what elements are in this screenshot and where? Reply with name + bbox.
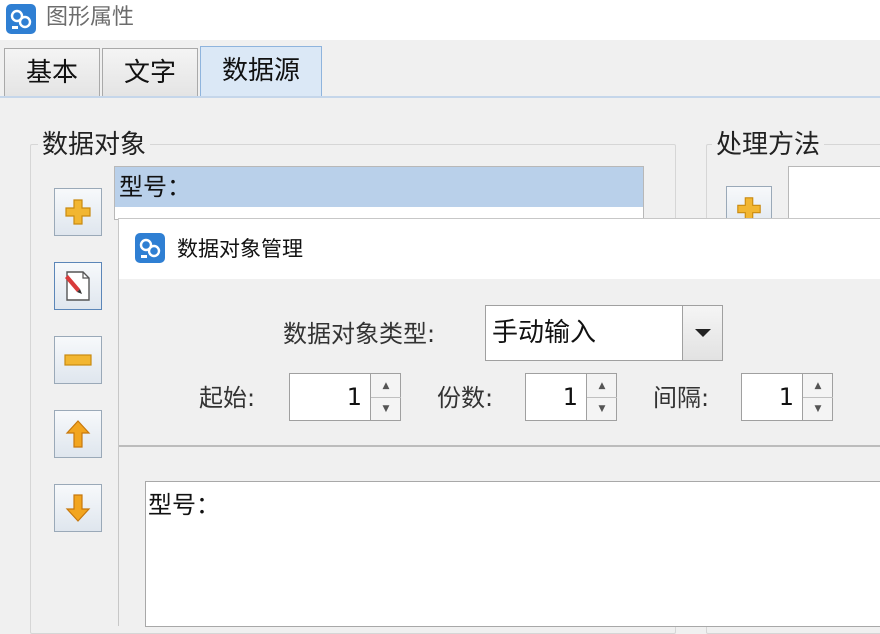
spinner-buttons: ▲ ▼ <box>370 374 401 420</box>
start-value: 1 <box>346 383 362 411</box>
data-content-textarea[interactable]: 型号： <box>145 481 880 627</box>
object-type-select[interactable]: 手动输入 <box>485 305 723 361</box>
decrement-button[interactable]: ▼ <box>803 397 833 420</box>
dialog-divider <box>119 445 880 447</box>
dialog-title: 数据对象管理 <box>177 237 303 261</box>
app-logo-icon <box>135 233 165 263</box>
increment-button[interactable]: ▲ <box>587 374 617 397</box>
data-object-list[interactable]: 型号： <box>114 166 644 220</box>
chevron-down-icon <box>694 329 711 337</box>
move-up-icon <box>65 420 91 448</box>
app-logo-icon <box>6 4 36 34</box>
remove-button[interactable] <box>54 336 102 384</box>
tab-basic[interactable]: 基本 <box>4 48 100 96</box>
object-type-label: 数据对象类型: <box>283 320 436 348</box>
move-down-button[interactable] <box>54 484 102 532</box>
tab-datasource[interactable]: 数据源 <box>200 46 322 97</box>
tab-text[interactable]: 文字 <box>102 48 198 96</box>
edit-button[interactable] <box>54 262 102 310</box>
start-label: 起始: <box>199 384 256 412</box>
decrement-button[interactable]: ▼ <box>587 397 617 420</box>
spinner-buttons: ▲ ▼ <box>586 374 617 420</box>
copies-value: 1 <box>562 383 578 411</box>
add-button[interactable] <box>54 188 102 236</box>
increment-button[interactable]: ▲ <box>371 374 401 397</box>
interval-label: 间隔: <box>653 384 710 412</box>
increment-button[interactable]: ▲ <box>803 374 833 397</box>
decrement-button[interactable]: ▼ <box>371 397 401 420</box>
data-object-manager-dialog: 数据对象管理 数据对象类型: 手动输入 起始: 1 ▲ ▼ 份数: 1 ▲ ▼ … <box>118 218 880 627</box>
start-spinner[interactable]: 1 ▲ ▼ <box>289 373 401 421</box>
add-icon <box>65 199 91 225</box>
interval-spinner[interactable]: 1 ▲ ▼ <box>741 373 833 421</box>
edit-icon <box>65 271 90 301</box>
move-up-button[interactable] <box>54 410 102 458</box>
object-type-value: 手动输入 <box>492 318 597 348</box>
tab-divider <box>0 96 880 98</box>
remove-icon <box>64 354 92 366</box>
window-title: 图形属性 <box>46 5 135 30</box>
processing-list[interactable] <box>788 166 880 226</box>
data-object-group-title: 数据对象 <box>38 130 151 160</box>
dropdown-button[interactable] <box>682 306 722 360</box>
processing-group-title: 处理方法 <box>712 130 825 160</box>
dialog-titlebar: 数据对象管理 <box>119 219 880 279</box>
list-item[interactable]: 型号： <box>115 167 643 207</box>
window-titlebar: 图形属性 <box>0 0 880 40</box>
copies-label: 份数: <box>437 384 494 412</box>
move-down-icon <box>65 494 91 522</box>
spinner-buttons: ▲ ▼ <box>802 374 833 420</box>
copies-spinner[interactable]: 1 ▲ ▼ <box>525 373 617 421</box>
interval-value: 1 <box>778 383 794 411</box>
